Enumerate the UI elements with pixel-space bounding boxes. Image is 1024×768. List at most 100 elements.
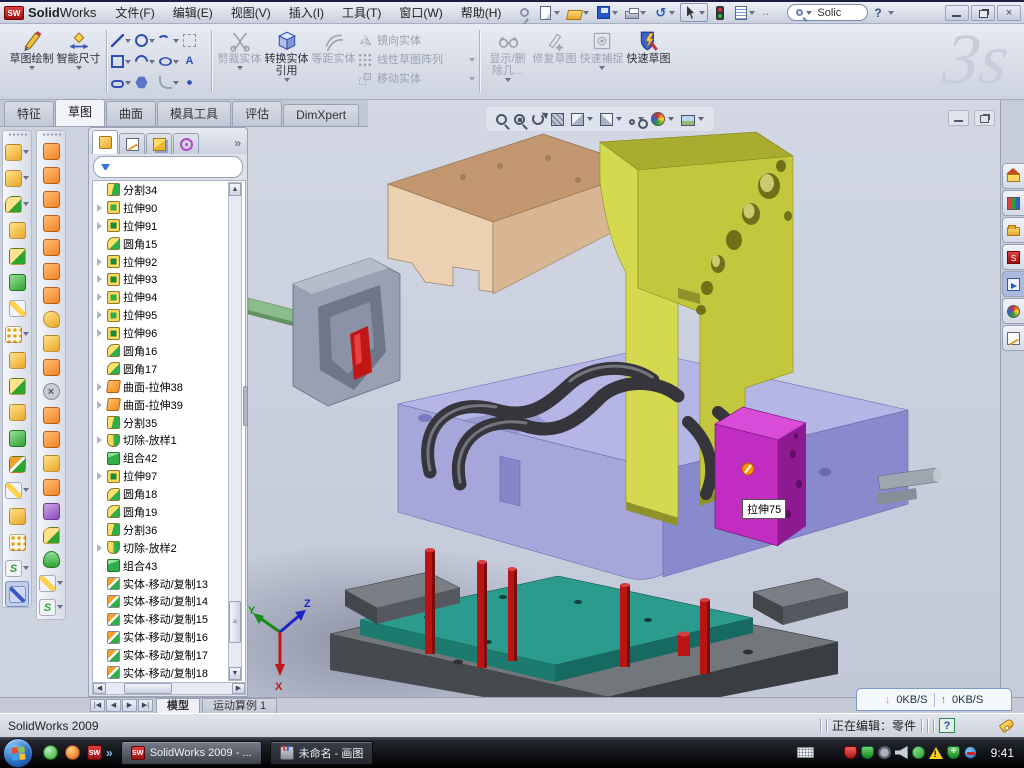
cm-button-convert[interactable]: 转换实体引用 [263, 28, 310, 82]
sketch-entity-textA[interactable]: A [183, 51, 207, 72]
features-tool-4[interactable] [3, 217, 31, 243]
scroll-left-icon[interactable]: ◀ [93, 683, 106, 694]
dropdown-icon[interactable] [23, 176, 29, 180]
tree-item[interactable]: 拉伸90 [93, 199, 245, 217]
sketch-entity-line[interactable] [111, 30, 135, 51]
tree-item[interactable]: 拉伸97 [93, 467, 245, 485]
tab-nav-2[interactable]: ◀ [106, 699, 121, 712]
search-box[interactable] [787, 4, 868, 21]
features-tool-17[interactable]: S [3, 555, 31, 581]
taskpane-tab-home[interactable] [1002, 163, 1024, 189]
expander-icon[interactable] [96, 204, 104, 212]
fm-tab-config[interactable] [146, 133, 172, 154]
mold-tool-3[interactable] [37, 187, 65, 211]
mold-tool-14[interactable] [37, 451, 65, 475]
features-tool-16[interactable] [3, 529, 31, 555]
expander-icon[interactable] [96, 401, 104, 409]
features-tool-6[interactable] [3, 269, 31, 295]
sketch-entity-polygon[interactable] [135, 72, 159, 93]
mold-tool-6[interactable] [37, 259, 65, 283]
sketch-entity-selbox[interactable] [183, 30, 207, 51]
scroll-right-icon[interactable]: ▶ [232, 683, 245, 694]
greenshield-tray-icon[interactable] [861, 746, 874, 759]
tab-DimXpert[interactable]: DimXpert [283, 104, 359, 126]
appear-icon[interactable] [651, 112, 665, 126]
sketch-entity-rect[interactable] [111, 51, 135, 72]
panel-splitter-handle[interactable] [243, 386, 248, 426]
mold-tool-1[interactable] [37, 139, 65, 163]
tree-item[interactable]: 曲面-拉伸39 [93, 396, 245, 414]
menu-item[interactable]: 编辑(E) [164, 2, 222, 23]
features-tool-3[interactable] [3, 191, 31, 217]
select-button[interactable] [680, 3, 708, 22]
document-min-button[interactable] [948, 110, 969, 126]
menu-item[interactable]: 文件(F) [106, 2, 163, 23]
mold-tool-13[interactable] [37, 427, 65, 451]
zoomarea-icon[interactable] [514, 114, 525, 125]
sketch-entity-ellipse[interactable] [159, 51, 183, 72]
dropdown-icon[interactable] [640, 11, 646, 15]
features-tool-10[interactable] [3, 373, 31, 399]
dropdown-icon[interactable] [149, 60, 155, 64]
tab-曲面[interactable]: 曲面 [106, 101, 156, 126]
dropdown-icon[interactable] [554, 11, 560, 15]
tab-nav-4[interactable]: ▶| [138, 699, 153, 712]
save-button[interactable] [594, 4, 620, 21]
tree-item[interactable]: 分割35 [93, 414, 245, 432]
taskpane-tab-library[interactable] [1002, 190, 1024, 216]
tag-icon[interactable] [999, 718, 1016, 733]
expander-icon[interactable] [96, 436, 104, 444]
tree-horizontal-scrollbar[interactable]: ◀ ▶ [92, 682, 246, 695]
help-button[interactable]: ? [868, 6, 887, 20]
mold-tool-4[interactable] [37, 211, 65, 235]
mold-tool-17[interactable] [37, 523, 65, 547]
menu-item[interactable]: 插入(I) [280, 2, 333, 23]
tree-item[interactable]: 拉伸91 [93, 217, 245, 235]
mold-tool-16[interactable] [37, 499, 65, 523]
tab-模型[interactable]: 模型 [156, 698, 200, 713]
mold-tool-8[interactable] [37, 307, 65, 331]
start-button[interactable] [3, 738, 33, 768]
search-input[interactable] [815, 6, 859, 20]
dropdown-icon[interactable] [57, 605, 63, 609]
dropdown-icon[interactable] [125, 60, 131, 64]
min-window-button[interactable] [945, 5, 969, 21]
quick-launch-sw[interactable]: SW [87, 745, 102, 760]
dropdown-icon[interactable] [173, 60, 179, 64]
taskpane-tab-props[interactable] [1002, 325, 1024, 351]
dstyle-icon[interactable] [600, 113, 613, 126]
dropdown-icon[interactable] [587, 117, 593, 121]
mold-tool-19[interactable] [37, 571, 65, 595]
close-window-button[interactable]: × [997, 5, 1021, 21]
section-icon[interactable] [551, 113, 564, 126]
tree-item[interactable]: 拉伸92 [93, 253, 245, 271]
fm-tabs-overflow-icon[interactable]: » [234, 136, 247, 154]
restore-window-button[interactable] [971, 5, 995, 21]
features-tool-13[interactable] [3, 451, 31, 477]
tree-item[interactable]: 分割34 [93, 181, 245, 199]
tree-item[interactable]: 拉伸95 [93, 306, 245, 324]
features-tool-18[interactable] [5, 581, 29, 607]
mold-tool-7[interactable] [37, 283, 65, 307]
mold-tool-9[interactable] [37, 331, 65, 355]
print-button[interactable] [623, 6, 648, 20]
quick-tips-help-button[interactable]: ? [939, 718, 955, 733]
features-tool-8[interactable] [3, 321, 31, 347]
dropdown-icon[interactable] [23, 202, 29, 206]
fm-tab-dimx[interactable] [173, 133, 199, 154]
task-button-sw[interactable]: SWSolidWorks 2009 - ... [121, 741, 262, 765]
expander-icon[interactable] [96, 258, 104, 266]
tree-item[interactable]: 组合43 [93, 557, 245, 575]
tree-item[interactable]: 组合42 [93, 449, 245, 467]
tab-草图[interactable]: 草图 [55, 99, 105, 126]
menu-item[interactable]: 窗口(W) [390, 2, 451, 23]
dropdown-icon[interactable] [698, 117, 704, 121]
tab-nav-3[interactable]: ▶ [122, 699, 137, 712]
expander-icon[interactable] [96, 544, 104, 552]
sketch-entity-arc[interactable] [135, 51, 159, 72]
speaker-tray-icon[interactable] [895, 746, 908, 759]
tree-item[interactable]: 圆角17 [93, 360, 245, 378]
mold-tool-11[interactable]: × [37, 379, 65, 403]
dropdown-icon[interactable] [149, 39, 155, 43]
dropdown-icon[interactable] [125, 81, 131, 85]
